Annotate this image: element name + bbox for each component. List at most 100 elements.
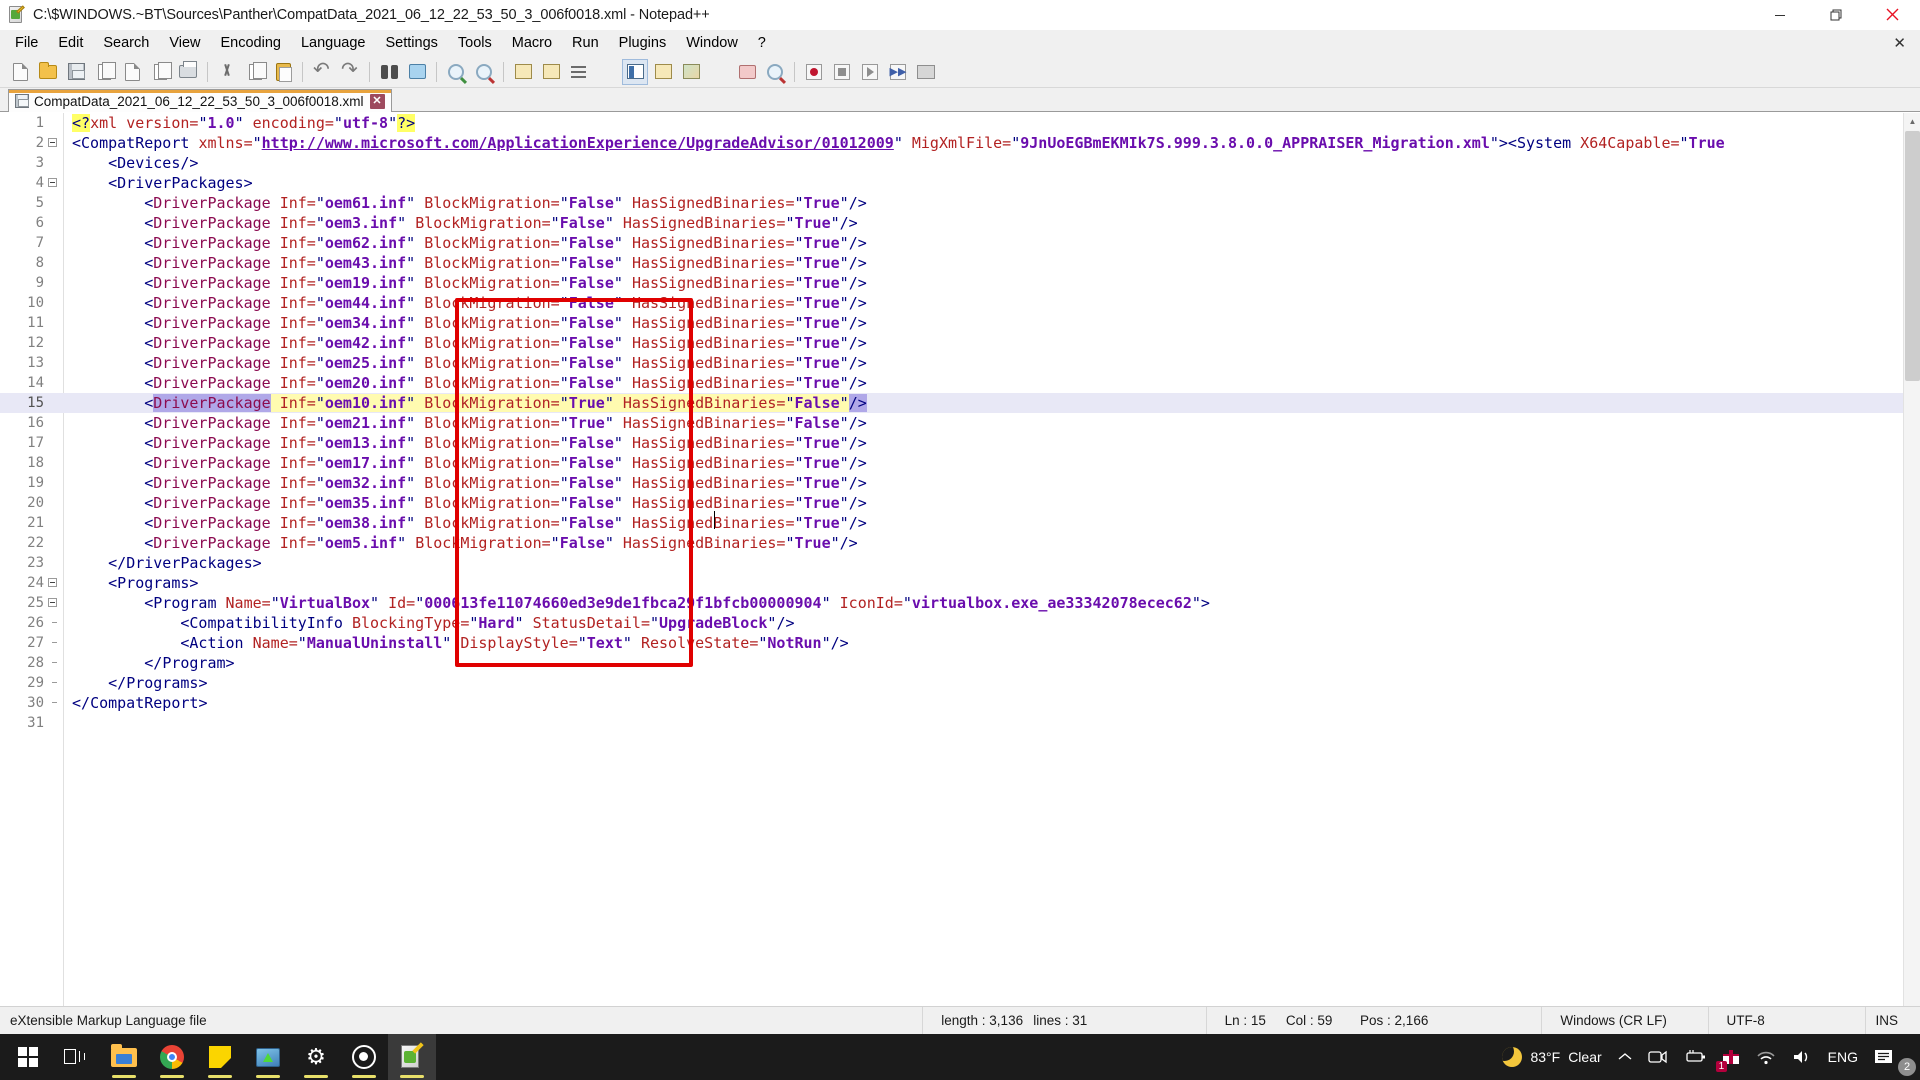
folder-as-workspace-icon[interactable]	[734, 59, 760, 85]
fold-margin[interactable]	[44, 393, 72, 413]
notification-center-button[interactable]: 2	[1866, 1034, 1916, 1080]
user-defined-language-icon[interactable]	[650, 59, 676, 85]
menu-item-tools[interactable]: Tools	[448, 32, 502, 54]
vertical-scroll-thumb[interactable]	[1905, 131, 1920, 381]
code-line[interactable]: 9 <DriverPackage Inf="oem19.inf" BlockMi…	[0, 273, 1920, 293]
obs-studio-icon[interactable]	[340, 1034, 388, 1080]
notepadplusplus-icon[interactable]	[388, 1034, 436, 1080]
code-line[interactable]: 6 <DriverPackage Inf="oem3.inf" BlockMig…	[0, 213, 1920, 233]
task-view-icon[interactable]	[52, 1034, 100, 1080]
code-line[interactable]: 28 </Program>	[0, 653, 1920, 673]
menu-item-window[interactable]: Window	[676, 32, 748, 54]
undo-icon[interactable]	[309, 57, 335, 85]
code-line[interactable]: 5 <DriverPackage Inf="oem61.inf" BlockMi…	[0, 193, 1920, 213]
scroll-up-arrow-icon[interactable]: ▲	[1904, 113, 1920, 130]
fold-margin[interactable]	[44, 193, 72, 213]
code-line[interactable]: 19 <DriverPackage Inf="oem32.inf" BlockM…	[0, 473, 1920, 493]
code-editor[interactable]: 1 <?xml version="1.0" encoding="utf-8"?> 2…	[0, 113, 1920, 1018]
copy-icon[interactable]	[242, 59, 268, 85]
fold-collapse-icon[interactable]	[48, 598, 57, 607]
fold-margin[interactable]	[44, 453, 72, 473]
fold-margin[interactable]	[44, 273, 72, 293]
menu-item-settings[interactable]: Settings	[375, 32, 447, 54]
redo-icon[interactable]	[337, 57, 363, 85]
zoom-in-icon[interactable]	[443, 59, 469, 85]
code-line[interactable]: 18 <DriverPackage Inf="oem17.inf" BlockM…	[0, 453, 1920, 473]
code-line[interactable]: 31	[0, 713, 1920, 733]
zoom-out-icon[interactable]	[471, 59, 497, 85]
menu-item-view[interactable]: View	[159, 32, 210, 54]
word-wrap-icon[interactable]	[566, 59, 592, 85]
open-file-icon[interactable]	[35, 59, 61, 85]
fold-margin[interactable]	[44, 293, 72, 313]
tab-compatdata-xml[interactable]: CompatData_2021_06_12_22_53_50_3_006f001…	[8, 89, 392, 112]
minimize-button[interactable]	[1752, 0, 1808, 30]
menu-item-search[interactable]: Search	[93, 32, 159, 54]
fold-margin[interactable]	[44, 553, 72, 573]
code-line[interactable]: 16 <DriverPackage Inf="oem21.inf" BlockM…	[0, 413, 1920, 433]
show-all-characters-icon[interactable]	[594, 59, 620, 85]
code-line[interactable]: 7 <DriverPackage Inf="oem62.inf" BlockMi…	[0, 233, 1920, 253]
menu-item-[interactable]: ?	[748, 32, 776, 54]
fold-margin[interactable]	[44, 313, 72, 333]
close-all-files-icon[interactable]	[147, 59, 173, 85]
code-line[interactable]: 17 <DriverPackage Inf="oem13.inf" BlockM…	[0, 433, 1920, 453]
menu-item-macro[interactable]: Macro	[502, 32, 562, 54]
indent-guide-icon[interactable]	[622, 58, 648, 85]
code-line[interactable]: 8 <DriverPackage Inf="oem43.inf" BlockMi…	[0, 253, 1920, 273]
fold-margin[interactable]	[44, 373, 72, 393]
weather-widget[interactable]: 83°F Clear	[1494, 1034, 1609, 1080]
menu-item-edit[interactable]: Edit	[48, 32, 93, 54]
save-icon[interactable]	[63, 59, 89, 85]
code-line[interactable]: 15 <DriverPackage Inf="oem10.inf" BlockM…	[0, 393, 1920, 413]
fold-collapse-icon[interactable]	[48, 578, 57, 587]
document-map-icon[interactable]	[678, 59, 704, 85]
vertical-scrollbar[interactable]: ▲ ▼	[1903, 113, 1920, 1018]
camera-icon[interactable]	[1640, 1034, 1676, 1080]
fold-margin[interactable]	[44, 533, 72, 553]
record-macro-icon[interactable]	[801, 59, 827, 85]
code-line[interactable]: 27 <Action Name="ManualUninstall" Displa…	[0, 633, 1920, 653]
code-line[interactable]: 14 <DriverPackage Inf="oem20.inf" BlockM…	[0, 373, 1920, 393]
code-line[interactable]: 2 <CompatReport xmlns="http://www.microso…	[0, 133, 1920, 153]
close-document-button[interactable]: ✕	[1893, 34, 1906, 52]
language-indicator[interactable]: ENG	[1820, 1034, 1866, 1080]
run-macro-multiple-icon[interactable]: ▶▶	[885, 59, 911, 85]
fold-margin[interactable]	[44, 673, 72, 693]
code-line[interactable]: 29 </Programs>	[0, 673, 1920, 693]
battery-icon[interactable]	[1676, 1034, 1714, 1080]
close-button[interactable]	[1864, 0, 1920, 30]
code-line[interactable]: 21 <DriverPackage Inf="oem38.inf" BlockM…	[0, 513, 1920, 533]
fold-margin[interactable]	[44, 693, 72, 713]
fold-margin[interactable]	[44, 433, 72, 453]
start-button-icon[interactable]	[4, 1034, 52, 1080]
chevron-up-icon[interactable]	[1610, 1034, 1640, 1080]
fold-margin[interactable]	[44, 613, 72, 633]
monitoring-icon[interactable]	[762, 59, 788, 85]
volume-icon[interactable]	[1784, 1034, 1820, 1080]
fold-collapse-icon[interactable]	[48, 178, 57, 187]
gift-icon[interactable]: 1	[1714, 1034, 1748, 1080]
file-explorer-icon[interactable]	[100, 1034, 148, 1080]
fold-margin[interactable]	[44, 513, 72, 533]
print-icon[interactable]	[175, 59, 201, 85]
code-line[interactable]: 1 <?xml version="1.0" encoding="utf-8"?>	[0, 113, 1920, 133]
sticky-notes-icon[interactable]	[196, 1034, 244, 1080]
code-line[interactable]: 22 <DriverPackage Inf="oem5.inf" BlockMi…	[0, 533, 1920, 553]
code-line[interactable]: 4 <DriverPackages>	[0, 173, 1920, 193]
fold-margin[interactable]	[44, 573, 72, 593]
fold-margin[interactable]	[44, 493, 72, 513]
wifi-icon[interactable]	[1748, 1034, 1784, 1080]
close-file-icon[interactable]	[119, 59, 145, 85]
code-line[interactable]: 20 <DriverPackage Inf="oem35.inf" BlockM…	[0, 493, 1920, 513]
code-line[interactable]: 23 </DriverPackages>	[0, 553, 1920, 573]
fold-margin[interactable]	[44, 633, 72, 653]
fold-margin[interactable]	[44, 233, 72, 253]
play-macro-icon[interactable]	[857, 59, 883, 85]
sync-horizontal-scroll-icon[interactable]	[538, 59, 564, 85]
fold-margin[interactable]	[44, 133, 72, 153]
fold-margin[interactable]	[44, 153, 72, 173]
new-file-icon[interactable]	[7, 59, 33, 85]
code-line[interactable]: 13 <DriverPackage Inf="oem25.inf" BlockM…	[0, 353, 1920, 373]
code-line[interactable]: 12 <DriverPackage Inf="oem42.inf" BlockM…	[0, 333, 1920, 353]
